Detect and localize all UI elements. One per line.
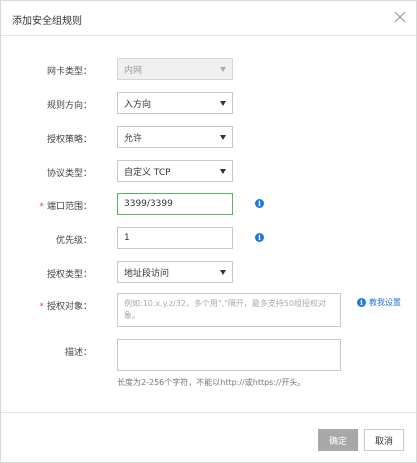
description-textarea[interactable] (117, 339, 341, 371)
rule-direction-label: 规则方向： (46, 101, 92, 111)
auth-object-textarea[interactable]: 例如:10.x.y.z/32，多个用","隔开，最多支持50组授权对象。 (117, 293, 341, 327)
nic-type-select: 内网 (117, 58, 233, 80)
auth-policy-select[interactable]: 允许 (117, 126, 233, 148)
help-link[interactable]: i 教我设置 (357, 297, 401, 308)
auth-object-label-text: 授权对象： (46, 302, 92, 312)
auth-type-value: 地址段访问 (124, 268, 170, 279)
info-icon: i (357, 298, 366, 307)
auth-object-label: * 授权对象： (39, 299, 92, 312)
chevron-down-icon (220, 134, 226, 140)
chevron-down-icon (220, 100, 226, 106)
port-range-label: * 端口范围： (39, 199, 92, 212)
port-range-value: 3399/3399 (124, 199, 173, 209)
dialog-title: 添加安全组规则 (12, 16, 82, 27)
chevron-down-icon (220, 269, 226, 275)
protocol-type-label: 协议类型： (46, 169, 92, 179)
priority-input[interactable]: 1 (117, 227, 233, 249)
protocol-type-select[interactable]: 自定义 TCP (117, 160, 233, 182)
priority-value: 1 (124, 233, 130, 243)
auth-policy-value: 允许 (124, 133, 143, 144)
help-link-text: 教我设置 (369, 298, 401, 307)
protocol-type-value: 自定义 TCP (124, 167, 171, 178)
description-label: 描述： (64, 348, 92, 358)
add-security-group-rule-dialog: 添加安全组规则 网卡类型： 内网 规则方向： 入方向 授权策略： 允许 协议类型… (0, 0, 417, 463)
nic-type-label: 网卡类型： (46, 67, 92, 77)
port-range-input[interactable]: 3399/3399 (117, 193, 233, 215)
chevron-down-icon (220, 168, 226, 174)
port-range-label-text: 端口范围： (46, 202, 92, 212)
required-mark: * (39, 302, 44, 312)
priority-label: 优先级： (55, 236, 92, 246)
rule-direction-select[interactable]: 入方向 (117, 92, 233, 114)
chevron-down-icon (220, 66, 226, 72)
nic-type-value: 内网 (124, 65, 143, 76)
cancel-button[interactable]: 取消 (364, 429, 404, 451)
auth-type-label: 授权类型： (46, 270, 92, 280)
required-mark: * (39, 202, 44, 212)
auth-policy-label: 授权策略： (46, 135, 92, 145)
footer-divider (1, 412, 416, 413)
info-icon[interactable]: i (255, 233, 264, 242)
header-divider (1, 35, 416, 36)
auth-type-select[interactable]: 地址段访问 (117, 261, 233, 283)
confirm-button[interactable]: 确定 (318, 429, 358, 451)
info-icon[interactable]: i (255, 199, 264, 208)
rule-direction-value: 入方向 (124, 99, 152, 110)
description-hint: 长度为2-256个字符，不能以http://或https://开头。 (117, 378, 306, 387)
close-icon[interactable] (392, 9, 408, 25)
